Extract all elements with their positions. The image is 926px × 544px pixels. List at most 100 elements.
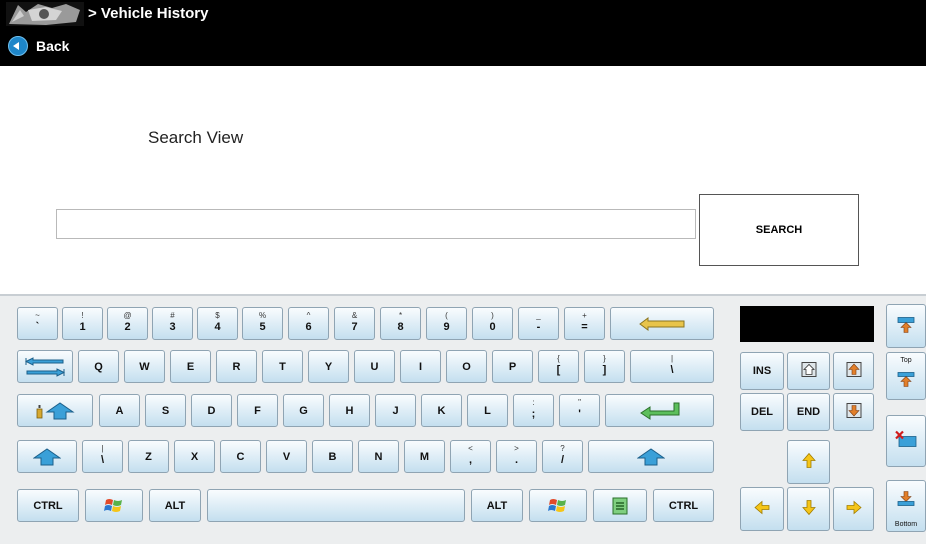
key-page-down[interactable] [833,393,874,431]
key-display-box [740,306,874,342]
key-x[interactable]: X [174,440,215,473]
app-logo-icon [6,2,84,26]
enter-arrow-icon [639,402,679,420]
key-backspace[interactable] [610,307,714,340]
title-bar: > Vehicle History Back [0,0,926,66]
key-s[interactable]: S [145,394,186,427]
keyboard-bottom-icon [897,491,915,506]
windows-logo-icon [104,498,122,512]
key-z[interactable]: Z [128,440,169,473]
key-r[interactable]: R [216,350,257,383]
back-arrow-icon[interactable] [8,36,28,56]
key-backslash[interactable]: | \ [630,350,714,383]
key-arrow-right[interactable] [833,487,874,531]
key-p[interactable]: P [492,350,533,383]
key-right-alt[interactable]: ALT [471,489,523,522]
key-right-bracket[interactable]: }] [584,350,625,383]
backspace-arrow-icon [639,316,685,331]
key-backtick[interactable]: ~ ` [17,307,58,340]
search-input[interactable] [56,209,696,239]
keyboard-top-button[interactable]: Top [886,352,926,400]
key-home[interactable] [787,352,830,390]
key-9[interactable]: (9 [426,307,467,340]
left-arrow-icon [754,500,770,515]
key-arrow-down[interactable] [787,487,830,531]
key-5[interactable]: % 5 [242,307,283,340]
up-arrow-icon [801,452,816,468]
key-left-bracket[interactable]: {[ [538,350,579,383]
page-title: > Vehicle History [88,5,209,22]
key-8[interactable]: * 8 [380,307,421,340]
key-delete[interactable]: DEL [740,393,784,431]
key-i[interactable]: I [400,350,441,383]
key-4[interactable]: $4 [197,307,238,340]
key-d[interactable]: D [191,394,232,427]
key-minus[interactable]: _ - [518,307,559,340]
key-left-ctrl[interactable]: CTRL [17,489,79,522]
key-arrow-left[interactable] [740,487,784,531]
key-slash[interactable]: ? / [542,440,583,473]
key-j[interactable]: J [375,394,416,427]
search-button[interactable]: SEARCH [699,194,859,266]
key-v[interactable]: V [266,440,307,473]
key-menu[interactable] [593,489,647,522]
keyboard-top-icon [897,371,915,387]
key-3[interactable]: #3 [152,307,193,340]
key-t[interactable]: T [262,350,303,383]
key-quote[interactable]: " ' [559,394,600,427]
page-down-icon [846,403,861,418]
key-left-shift[interactable] [17,440,77,473]
down-arrow-icon [801,500,816,516]
key-comma[interactable]: <, [450,440,491,473]
key-0[interactable]: ) 0 [472,307,513,340]
key-m[interactable]: M [404,440,445,473]
key-right-windows[interactable] [529,489,587,522]
key-enter[interactable] [605,394,714,427]
key-1[interactable]: ! 1 [62,307,103,340]
key-7[interactable]: & 7 [334,307,375,340]
key-e[interactable]: E [170,350,211,383]
key-g[interactable]: G [283,394,324,427]
key-right-ctrl[interactable]: CTRL [653,489,714,522]
search-view-heading: Search View [148,128,244,147]
key-f[interactable]: F [237,394,278,427]
key-o[interactable]: O [446,350,487,383]
key-equals[interactable]: + = [564,307,605,340]
back-button[interactable]: Back [36,38,69,54]
key-arrow-up[interactable] [787,440,830,484]
key-6[interactable]: ^ 6 [288,307,329,340]
key-end[interactable]: END [787,393,830,431]
key-l[interactable]: L [467,394,508,427]
key-left-windows[interactable] [85,489,143,522]
key-tab[interactable] [17,350,73,383]
key-a[interactable]: A [99,394,140,427]
key-u[interactable]: U [354,350,395,383]
key-k[interactable]: K [421,394,462,427]
key-c[interactable]: C [220,440,261,473]
keyboard-move-up-button[interactable] [886,304,926,348]
tab-arrows-icon [25,356,65,377]
key-insert[interactable]: INS [740,352,784,390]
key-w[interactable]: W [124,350,165,383]
key-page-up[interactable] [833,352,874,390]
key-right-shift[interactable] [588,440,714,473]
home-icon [801,362,816,377]
key-left-alt[interactable]: ALT [149,489,201,522]
key-b[interactable]: B [312,440,353,473]
move-keyboard-up-icon [897,317,915,333]
key-q[interactable]: Q [78,350,119,383]
key-h[interactable]: H [329,394,370,427]
caps-lock-arrow-icon [36,401,75,419]
key-caps-lock[interactable] [17,394,93,427]
close-keyboard-button[interactable] [886,415,926,467]
key-n[interactable]: N [358,440,399,473]
key-backslash-2[interactable]: | \ [82,440,123,473]
key-semicolon[interactable]: :; [513,394,554,427]
shift-arrow-icon [33,447,61,465]
key-period[interactable]: >. [496,440,537,473]
key-y[interactable]: Y [308,350,349,383]
key-space[interactable] [207,489,465,522]
windows-logo-icon [548,498,566,512]
key-2[interactable]: @2 [107,307,148,340]
keyboard-bottom-button[interactable]: Bottom [886,480,926,532]
